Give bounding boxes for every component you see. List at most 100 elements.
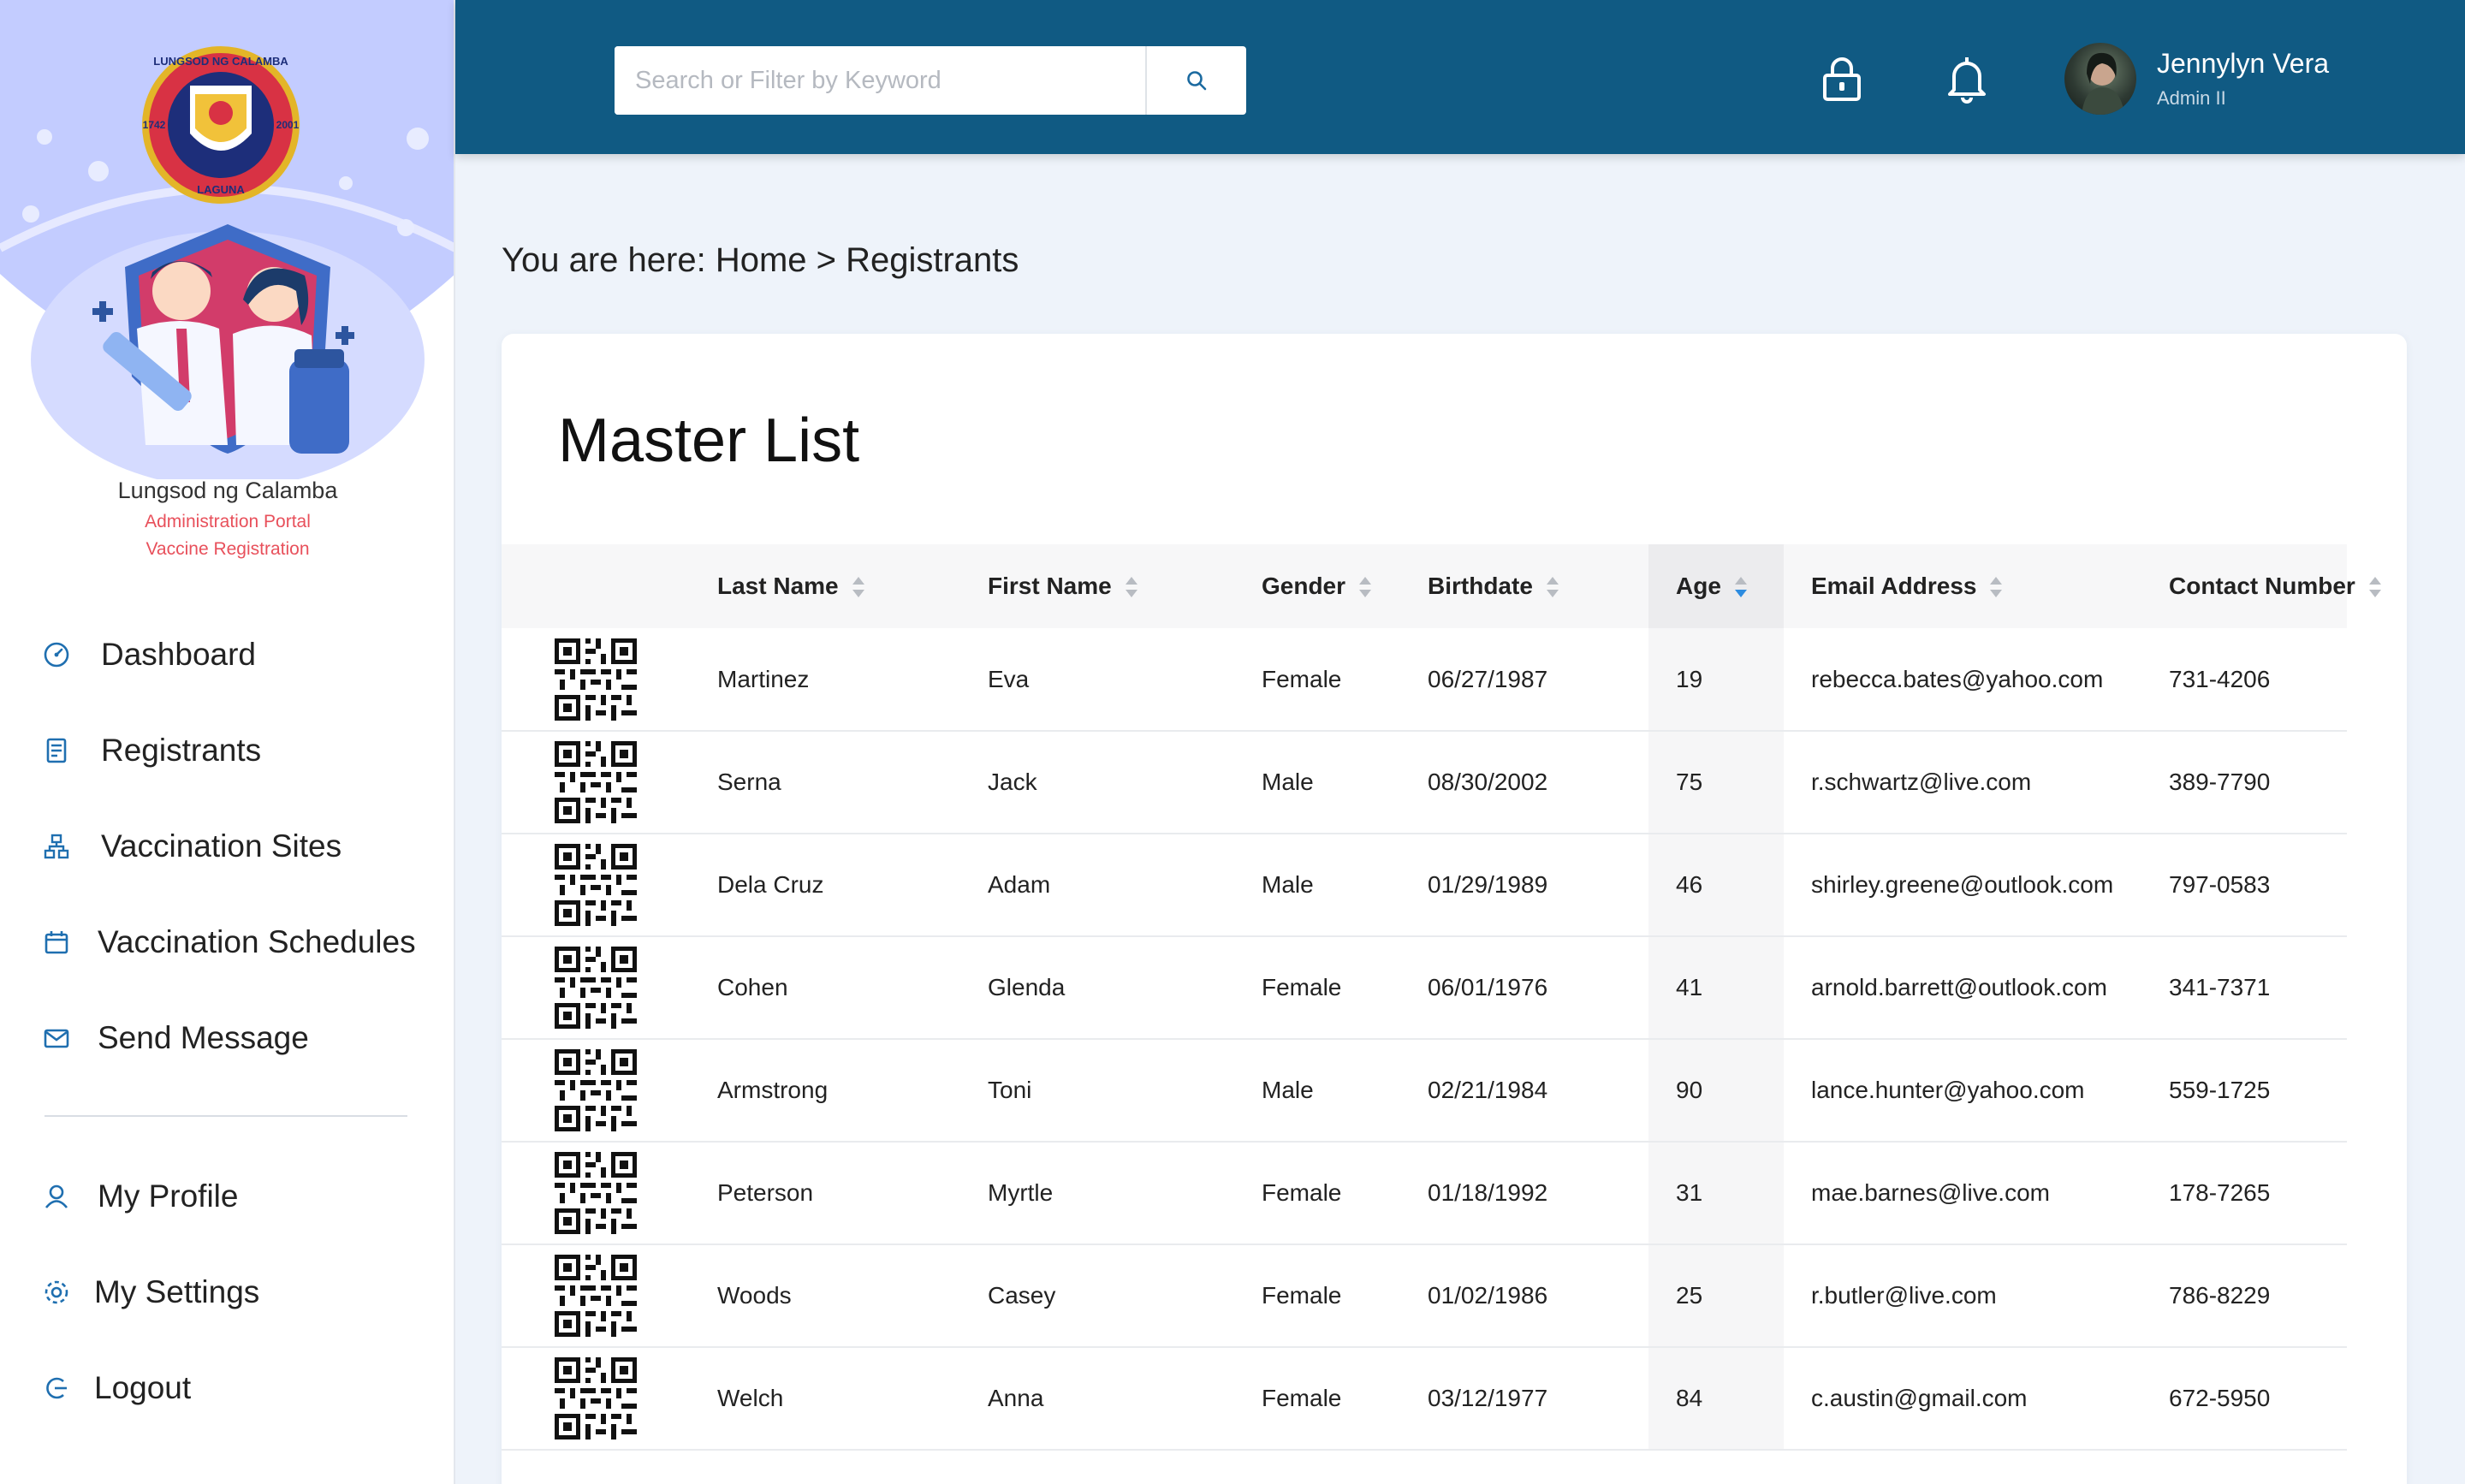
nav-item-vaccination-schedules[interactable]: Vaccination Schedules [41,917,416,968]
cell-email: rebecca.bates@yahoo.com [1784,628,2143,732]
cell-contact-number: 731-4206 [2143,628,2347,732]
cell-last-name: Welch [717,1347,988,1451]
svg-text:2001: 2001 [276,119,300,131]
qr-cell [502,834,717,937]
nav-item-dashboard[interactable]: Dashboard [41,629,256,680]
qr-code-icon[interactable] [555,1357,637,1439]
cell-first-name: Jack [988,731,1262,834]
nav-item-logout[interactable]: Logout [41,1362,191,1414]
cell-gender: Male [1262,834,1428,937]
qr-cell [502,1142,717,1245]
table-body: Martinez Eva Female 06/27/1987 19 rebecc… [502,628,2347,1451]
table-row[interactable]: Cohen Glenda Female 06/01/1976 41 arnold… [502,936,2347,1040]
sort-icon[interactable] [1545,574,1560,600]
column-label: Contact Number [2169,572,2355,599]
page-title: Master List [558,407,860,475]
cell-age: 31 [1648,1142,1784,1245]
gauge-icon [41,639,72,670]
column-label: Email Address [1811,572,1977,599]
svg-text:1742: 1742 [143,119,166,131]
cell-gender: Female [1262,1244,1428,1348]
search-input[interactable] [615,46,1145,115]
table-row[interactable]: Martinez Eva Female 06/27/1987 19 rebecc… [502,628,2347,732]
cell-first-name: Casey [988,1244,1262,1348]
table-row[interactable]: Armstrong Toni Male 02/21/1984 90 lance.… [502,1039,2347,1143]
cell-last-name: Cohen [717,936,988,1040]
calendar-icon [41,927,72,958]
user-name[interactable]: Jennylyn Vera [2157,48,2329,80]
column-header-contact-number[interactable]: Contact Number [2143,544,2381,628]
cell-first-name: Eva [988,628,1262,732]
cell-first-name: Adam [988,834,1262,937]
nav-item-vaccination-sites[interactable]: Vaccination Sites [41,821,342,872]
cell-age: 25 [1648,1244,1784,1348]
logout-icon [41,1373,72,1404]
column-header-gender[interactable]: Gender [1262,544,1428,628]
nav-item-my-settings[interactable]: My Settings [41,1267,259,1318]
qr-cell [502,1347,717,1451]
cell-age: 41 [1648,936,1784,1040]
column-label: Age [1676,572,1721,599]
cell-birthdate: 03/12/1977 [1428,1347,1648,1451]
cell-gender: Female [1262,1347,1428,1451]
qr-code-icon[interactable] [555,844,637,926]
nav-item-my-profile[interactable]: My Profile [41,1171,238,1222]
cell-age: 75 [1648,731,1784,834]
sort-icon[interactable] [2367,574,2383,600]
column-header-age[interactable]: Age [1648,544,1784,628]
cell-birthdate: 06/01/1976 [1428,936,1648,1040]
column-header-email[interactable]: Email Address [1784,544,2143,628]
sort-icon[interactable] [1124,574,1139,600]
cell-age: 84 [1648,1347,1784,1451]
sort-icon[interactable] [1988,574,2004,600]
svg-text:LAGUNA: LAGUNA [197,183,245,196]
lock-button[interactable] [1815,51,1869,106]
org-subtitle-portal: Administration Portal [145,512,311,531]
table-row[interactable]: Dela Cruz Adam Male 01/29/1989 46 shirle… [502,834,2347,937]
cell-first-name: Myrtle [988,1142,1262,1245]
cell-birthdate: 08/30/2002 [1428,731,1648,834]
nav-label: My Profile [98,1178,239,1214]
qr-code-icon[interactable] [555,741,637,823]
cell-birthdate: 01/18/1992 [1428,1142,1648,1245]
column-header-first-name[interactable]: First Name [988,544,1262,628]
qr-cell [502,1039,717,1143]
cell-contact-number: 178-7265 [2143,1142,2347,1245]
table-row[interactable]: Welch Anna Female 03/12/1977 84 c.austin… [502,1347,2347,1451]
column-label: Birthdate [1428,572,1533,599]
table-header-row: Last Name First Name Gender Birthdate Ag… [502,544,2381,628]
cell-gender: Female [1262,628,1428,732]
cell-age: 90 [1648,1039,1784,1143]
qr-code-icon[interactable] [555,947,637,1029]
sort-icon[interactable] [851,574,866,600]
sort-descending-icon[interactable] [1733,574,1749,600]
cell-first-name: Glenda [988,936,1262,1040]
qr-code-icon[interactable] [555,1049,637,1131]
nav-item-send-message[interactable]: Send Message [41,1012,309,1064]
cell-last-name: Martinez [717,628,988,732]
column-label: First Name [988,572,1112,599]
avatar[interactable] [2064,43,2136,115]
sidebar: LUNGSOD NG CALAMBA LAGUNA 1742 2001 Lung… [0,0,455,1484]
table-row[interactable]: Woods Casey Female 01/02/1986 25 r.butle… [502,1244,2347,1348]
search-button[interactable] [1145,46,1246,115]
search-box [615,46,1246,115]
notifications-button[interactable] [1939,51,1994,106]
cell-gender: Female [1262,1142,1428,1245]
registrants-table: Last Name First Name Gender Birthdate Ag… [502,544,2381,1451]
qr-code-icon[interactable] [555,638,637,721]
table-row[interactable]: Serna Jack Male 08/30/2002 75 r.schwartz… [502,731,2347,834]
table-row[interactable]: Peterson Myrtle Female 01/18/1992 31 mae… [502,1142,2347,1245]
cell-contact-number: 341-7371 [2143,936,2347,1040]
nav-item-registrants[interactable]: Registrants [41,725,261,776]
column-label: Gender [1262,572,1346,599]
cell-birthdate: 01/02/1986 [1428,1244,1648,1348]
qr-code-icon[interactable] [555,1255,637,1337]
cell-last-name: Peterson [717,1142,988,1245]
cell-contact-number: 389-7790 [2143,731,2347,834]
sort-icon[interactable] [1357,574,1373,600]
qr-code-icon[interactable] [555,1152,637,1234]
column-header-birthdate[interactable]: Birthdate [1428,544,1648,628]
cell-contact-number: 786-8229 [2143,1244,2347,1348]
column-header-last-name[interactable]: Last Name [717,544,988,628]
